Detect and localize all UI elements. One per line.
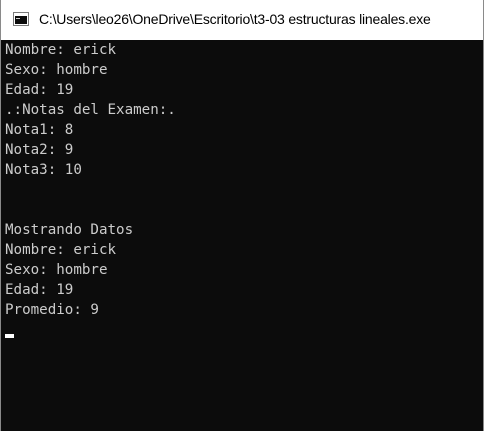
console-line: Nota1: 8 — [5, 122, 74, 138]
console-line: Edad: 19 — [5, 282, 74, 298]
console-line: Sexo: hombre — [5, 262, 108, 278]
console-line: Nombre: erick — [5, 242, 117, 258]
console-line: Nombre: erick — [5, 42, 117, 58]
title-bar[interactable]: C:\Users\leo26\OneDrive\Escritorio\t3-03… — [1, 0, 483, 40]
console-window: C:\Users\leo26\OneDrive\Escritorio\t3-03… — [0, 0, 484, 431]
text-cursor — [5, 334, 14, 338]
console-line: Sexo: hombre — [5, 62, 108, 78]
console-line: Edad: 19 — [5, 82, 74, 98]
console-line: .:Notas del Examen:. — [5, 102, 176, 118]
window-title: C:\Users\leo26\OneDrive\Escritorio\t3-03… — [39, 11, 431, 27]
console-app-icon[interactable] — [13, 12, 29, 26]
console-line: Nota2: 9 — [5, 142, 74, 158]
console-line: Nota3: 10 — [5, 162, 82, 178]
console-line: Mostrando Datos — [5, 222, 134, 238]
console-line: Promedio: 9 — [5, 302, 99, 318]
console-output[interactable]: Nombre: erick Sexo: hombre Edad: 19 .:No… — [1, 40, 483, 431]
